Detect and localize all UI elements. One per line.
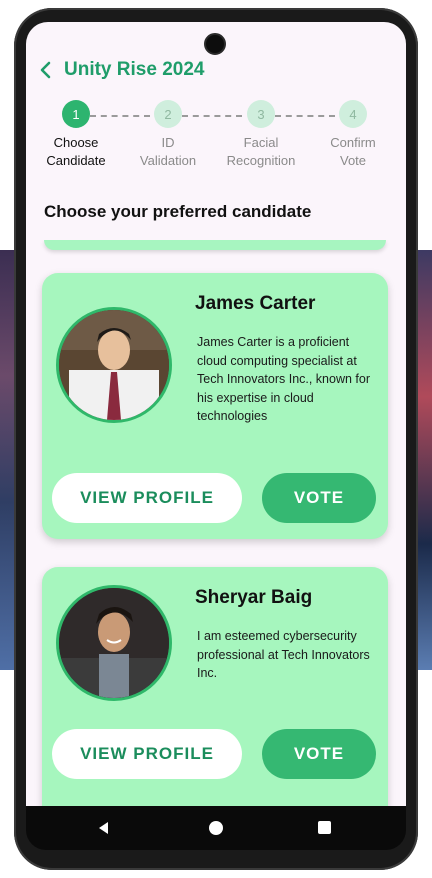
system-nav-bar — [26, 806, 406, 850]
candidate-card: Sheryar Baig I am esteemed cybersecurity… — [42, 567, 388, 806]
square-recents-icon[interactable] — [318, 821, 331, 834]
chevron-left-icon[interactable] — [34, 58, 58, 82]
page-title: Unity Rise 2024 — [64, 59, 205, 80]
view-profile-button[interactable]: VIEW PROFILE — [52, 473, 242, 523]
step-number: 2 — [154, 100, 182, 128]
step-number: 1 — [62, 100, 90, 128]
candidate-list[interactable]: James Carter James Carter is a proficien… — [26, 240, 406, 806]
step-label: Confirm Vote — [330, 135, 376, 168]
candidate-description: James Carter is a proficient cloud compu… — [197, 335, 371, 423]
section-title: Choose your preferred candidate — [44, 202, 312, 221]
step-label: Choose Candidate — [46, 135, 106, 168]
step-label: ID Validation — [139, 135, 197, 168]
candidate-name: James Carter — [195, 293, 316, 314]
front-camera — [204, 33, 226, 55]
candidate-card: James Carter James Carter is a proficien… — [42, 273, 388, 539]
candidate-avatar — [56, 585, 172, 701]
vote-button[interactable]: VOTE — [262, 729, 376, 779]
step-number: 4 — [339, 100, 367, 128]
app-header: Unity Rise 2024 — [34, 54, 204, 86]
step-label: Facial Recognition — [226, 135, 296, 168]
step-choose-candidate: 1 Choose Candidate — [30, 100, 122, 170]
app-screen: Unity Rise 2024 1 Choose Candidate 2 ID Va… — [26, 22, 406, 806]
step-number: 3 — [247, 100, 275, 128]
candidate-card-partial — [44, 240, 386, 250]
candidate-avatar — [56, 307, 172, 423]
view-profile-button[interactable]: VIEW PROFILE — [52, 729, 242, 779]
candidate-name: Sheryar Baig — [195, 587, 313, 608]
progress-stepper: 1 Choose Candidate 2 ID Validation 3 Facia… — [26, 100, 406, 180]
step-facial-recognition: 3 Facial Recognition — [215, 100, 307, 170]
triangle-back-icon[interactable] — [96, 820, 112, 836]
step-confirm-vote: 4 Confirm Vote — [307, 100, 399, 170]
circle-home-icon[interactable] — [209, 821, 223, 835]
candidate-description: I am esteemed cybersecurity professional… — [197, 629, 370, 680]
vote-button[interactable]: VOTE — [262, 473, 376, 523]
step-id-validation: 2 ID Validation — [122, 100, 214, 170]
